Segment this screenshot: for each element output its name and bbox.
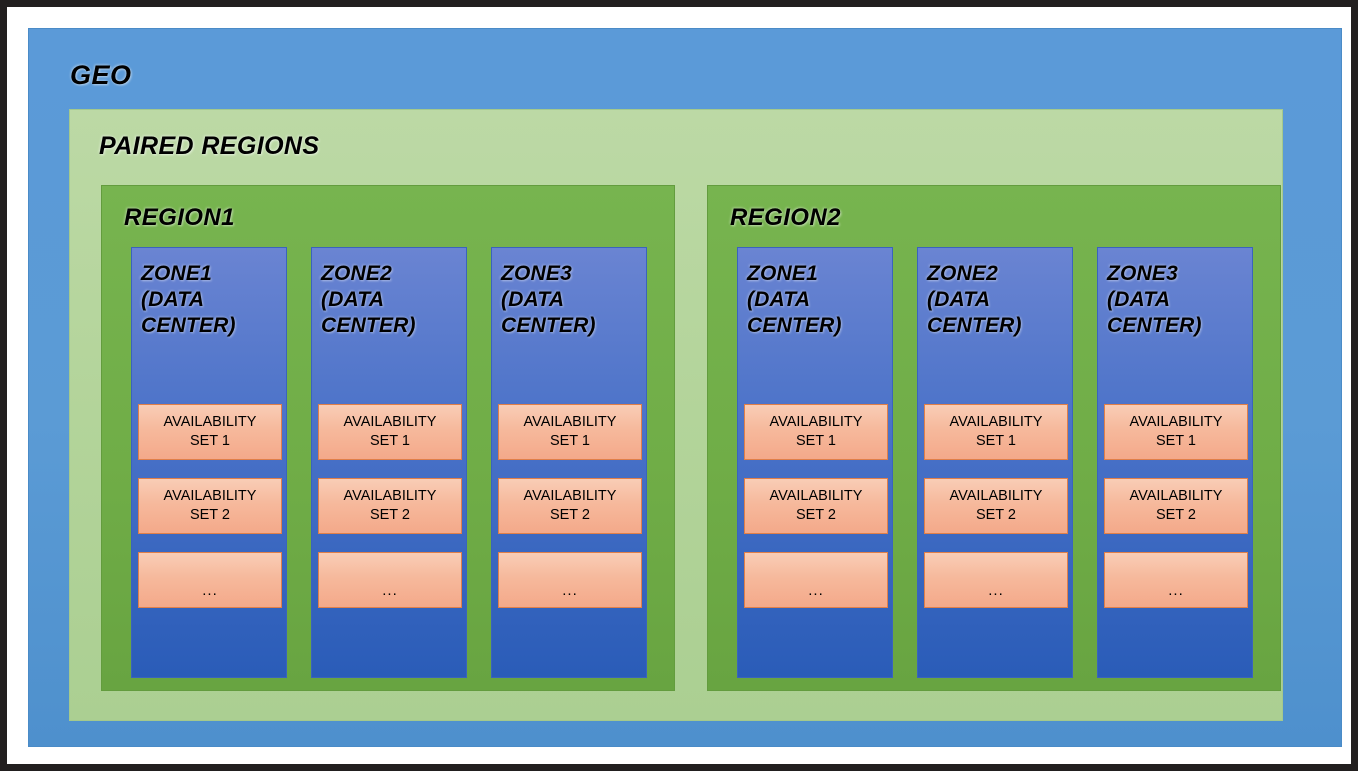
availability-set-ellipsis-label: ... <box>562 581 578 599</box>
availability-set-label: AVAILABILITY SET 2 <box>523 488 617 523</box>
availability-set-box-region2-zone1-set2: AVAILABILITY SET 2 <box>744 478 888 534</box>
availability-set-box-region1-zone2-set1: AVAILABILITY SET 1 <box>318 404 462 460</box>
availability-set-label: AVAILABILITY SET 1 <box>949 414 1043 449</box>
zone-box-region1-zone2: ZONE2 (DATA CENTER) AVAILABILITY SET 1 A… <box>311 247 467 678</box>
zone-label-region1-zone3: ZONE3 (DATA CENTER) <box>501 262 596 337</box>
zone-box-region1-zone3: ZONE3 (DATA CENTER) AVAILABILITY SET 1 A… <box>491 247 647 678</box>
availability-set-label: AVAILABILITY SET 2 <box>1129 488 1223 523</box>
availability-set-label: AVAILABILITY SET 2 <box>769 488 863 523</box>
availability-set-label: AVAILABILITY SET 2 <box>163 488 257 523</box>
zone-box-region1-zone1: ZONE1 (DATA CENTER) AVAILABILITY SET 1 A… <box>131 247 287 678</box>
availability-set-box-region2-zone3-more: ... <box>1104 552 1248 608</box>
paired-regions-container: PAIRED REGIONS REGION1 ZONE1 (DATA CENTE… <box>69 109 1283 721</box>
availability-set-box-region2-zone2-set1: AVAILABILITY SET 1 <box>924 404 1068 460</box>
region-box-region1: REGION1 ZONE1 (DATA CENTER) AVAILABILITY… <box>101 185 675 691</box>
availability-set-ellipsis-label: ... <box>202 581 218 599</box>
availability-set-ellipsis-label: ... <box>382 581 398 599</box>
zone-label-region2-zone1: ZONE1 (DATA CENTER) <box>747 262 842 337</box>
availability-set-box-region1-zone1-more: ... <box>138 552 282 608</box>
availability-set-box-region1-zone2-set2: AVAILABILITY SET 2 <box>318 478 462 534</box>
zone-label-region2-zone3: ZONE3 (DATA CENTER) <box>1107 262 1202 337</box>
zone-label-region2-zone2: ZONE2 (DATA CENTER) <box>927 262 1022 337</box>
availability-set-label: AVAILABILITY SET 1 <box>343 414 437 449</box>
region-label-region2: REGION2 <box>730 204 841 231</box>
availability-set-box-region1-zone1-set2: AVAILABILITY SET 2 <box>138 478 282 534</box>
availability-set-box-region2-zone1-more: ... <box>744 552 888 608</box>
zone-box-region2-zone1: ZONE1 (DATA CENTER) AVAILABILITY SET 1 A… <box>737 247 893 678</box>
geo-container: GEO PAIRED REGIONS REGION1 ZONE1 (DATA C… <box>28 28 1342 747</box>
availability-set-label: AVAILABILITY SET 1 <box>163 414 257 449</box>
availability-set-box-region2-zone2-more: ... <box>924 552 1068 608</box>
availability-set-box-region1-zone1-set1: AVAILABILITY SET 1 <box>138 404 282 460</box>
region-box-region2: REGION2 ZONE1 (DATA CENTER) AVAILABILITY… <box>707 185 1281 691</box>
diagram-outer-frame: GEO PAIRED REGIONS REGION1 ZONE1 (DATA C… <box>0 0 1358 771</box>
availability-set-box-region2-zone2-set2: AVAILABILITY SET 2 <box>924 478 1068 534</box>
availability-set-box-region2-zone3-set1: AVAILABILITY SET 1 <box>1104 404 1248 460</box>
availability-set-box-region1-zone3-more: ... <box>498 552 642 608</box>
availability-set-ellipsis-label: ... <box>808 581 824 599</box>
availability-set-box-region1-zone3-set2: AVAILABILITY SET 2 <box>498 478 642 534</box>
availability-set-label: AVAILABILITY SET 1 <box>523 414 617 449</box>
availability-set-label: AVAILABILITY SET 2 <box>949 488 1043 523</box>
availability-set-label: AVAILABILITY SET 1 <box>769 414 863 449</box>
zone-label-region1-zone2: ZONE2 (DATA CENTER) <box>321 262 416 337</box>
availability-set-box-region1-zone3-set1: AVAILABILITY SET 1 <box>498 404 642 460</box>
availability-set-box-region2-zone1-set1: AVAILABILITY SET 1 <box>744 404 888 460</box>
paired-regions-label: PAIRED REGIONS <box>99 132 320 160</box>
availability-set-box-region2-zone3-set2: AVAILABILITY SET 2 <box>1104 478 1248 534</box>
availability-set-label: AVAILABILITY SET 1 <box>1129 414 1223 449</box>
availability-set-box-region1-zone2-more: ... <box>318 552 462 608</box>
zone-label-region1-zone1: ZONE1 (DATA CENTER) <box>141 262 236 337</box>
zone-box-region2-zone3: ZONE3 (DATA CENTER) AVAILABILITY SET 1 A… <box>1097 247 1253 678</box>
zone-box-region2-zone2: ZONE2 (DATA CENTER) AVAILABILITY SET 1 A… <box>917 247 1073 678</box>
availability-set-ellipsis-label: ... <box>1168 581 1184 599</box>
geo-label: GEO <box>70 60 132 90</box>
region-label-region1: REGION1 <box>124 204 235 231</box>
availability-set-ellipsis-label: ... <box>988 581 1004 599</box>
availability-set-label: AVAILABILITY SET 2 <box>343 488 437 523</box>
